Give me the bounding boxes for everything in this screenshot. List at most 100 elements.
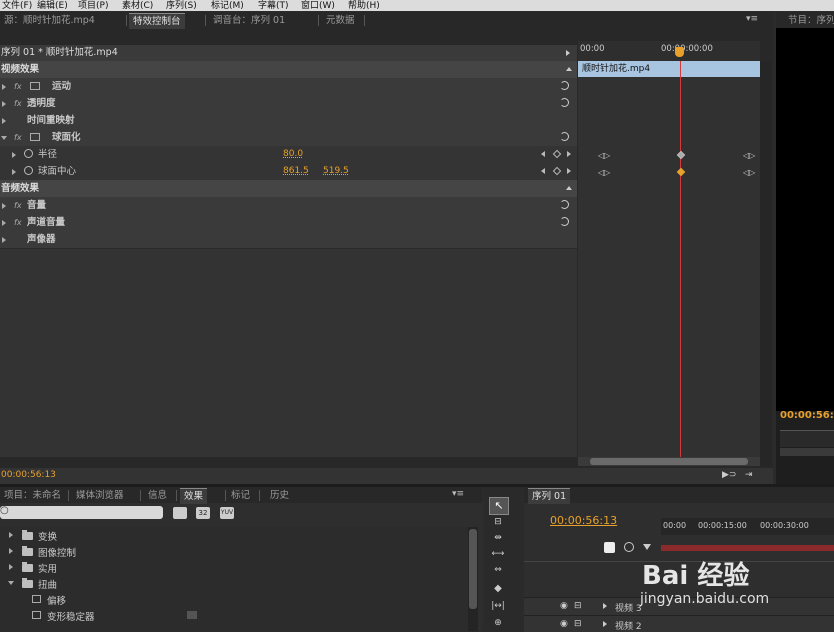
tree-item-offset[interactable]: 偏移 <box>0 591 468 607</box>
transform-icon[interactable] <box>30 82 40 90</box>
tab-program[interactable]: 节目：序列 <box>784 13 834 28</box>
show-timeline-icon[interactable] <box>566 50 570 56</box>
menu-title[interactable]: 字幕(T) <box>258 0 289 11</box>
expand-icon[interactable] <box>12 169 16 175</box>
ripple-edit-tool-icon[interactable]: ⇹ <box>489 533 507 547</box>
collapse-icon[interactable] <box>8 581 14 585</box>
fx-icon[interactable]: fx <box>14 214 22 231</box>
menu-clip[interactable]: 素材(C) <box>122 0 153 11</box>
clip-bar[interactable]: 顺时针加花.mp4 <box>578 61 760 77</box>
expand-icon[interactable] <box>2 84 6 90</box>
menu-sequence[interactable]: 序列(S) <box>166 0 197 11</box>
tree-item-transform[interactable]: 变换 <box>0 527 468 543</box>
reset-icon[interactable] <box>560 217 569 226</box>
track-select-tool-icon[interactable]: ⊟ <box>489 517 507 531</box>
expand-icon[interactable] <box>9 564 13 570</box>
keyframe-nav-icon[interactable]: ◁▷ <box>743 151 755 160</box>
tab-audio-mixer[interactable]: 调音台：序列 01 <box>209 13 289 28</box>
tab-info[interactable]: 信息 <box>144 488 171 503</box>
collapse-icon[interactable] <box>1 136 7 140</box>
menu-marker[interactable]: 标记(M) <box>211 0 244 11</box>
panel-menu-icon[interactable]: ▾≡ <box>746 14 758 24</box>
menu-project[interactable]: 项目(P) <box>78 0 108 11</box>
keyframe-nav-icon[interactable]: ◁▷ <box>598 168 610 177</box>
reset-icon[interactable] <box>560 132 569 141</box>
keyframe-area[interactable] <box>578 77 760 457</box>
razor-tool-icon[interactable]: ◆ <box>489 583 507 597</box>
slide-tool-icon[interactable]: ⊕ <box>489 618 507 630</box>
playhead-icon[interactable] <box>675 47 684 57</box>
keyframe-nav-icon[interactable]: ◁▷ <box>743 168 755 177</box>
keyframe-selected-icon[interactable] <box>676 167 686 177</box>
expand-icon[interactable] <box>9 548 13 554</box>
tab-project[interactable]: 项目：未命名 <box>0 488 65 503</box>
vertical-scrollbar[interactable] <box>468 527 478 631</box>
effect-row-panner[interactable]: 声像器 <box>0 231 577 249</box>
ec-current-time[interactable]: 00:00:56:13 <box>1 470 56 480</box>
fx-icon[interactable]: fx <box>14 78 22 95</box>
sync-lock-icon[interactable]: ⊟ <box>574 601 582 611</box>
prev-keyframe-icon[interactable] <box>541 168 545 174</box>
menu-help[interactable]: 帮助(H) <box>348 0 380 11</box>
menu-edit[interactable]: 编辑(E) <box>37 0 68 11</box>
tree-item-utility[interactable]: 实用 <box>0 559 468 575</box>
menu-file[interactable]: 文件(F) <box>2 0 32 11</box>
eye-icon[interactable]: ◉ <box>560 619 568 629</box>
track-video-2[interactable]: ◉ ⊟ 视频 2 <box>524 615 834 632</box>
keyframe-nav-icon[interactable]: ◁▷ <box>598 151 610 160</box>
play-audio-icon[interactable]: ▶⊃ <box>722 470 736 480</box>
param-value[interactable]: 80.0 <box>283 146 303 163</box>
tab-effects[interactable]: 效果 <box>180 488 208 504</box>
fx-icon[interactable]: fx <box>14 129 22 146</box>
yuv-effects-icon[interactable]: YUV <box>220 507 234 519</box>
tab-sequence[interactable]: 序列 01 <box>528 488 571 504</box>
slip-tool-icon[interactable]: |↔| <box>489 601 507 615</box>
expand-icon[interactable] <box>2 118 6 124</box>
32bit-effects-icon[interactable]: 32 <box>196 507 210 519</box>
next-keyframe-icon[interactable] <box>567 168 571 174</box>
prev-keyframe-icon[interactable] <box>541 151 545 157</box>
expand-icon[interactable] <box>9 532 13 538</box>
tab-media-browser[interactable]: 媒体浏览器 <box>72 488 128 503</box>
effect-row-time-remap[interactable]: 时间重映射 <box>0 112 577 130</box>
effect-row-volume[interactable]: fx 音量 <box>0 197 577 215</box>
tab-history[interactable]: 历史 <box>266 488 293 503</box>
stopwatch-icon[interactable] <box>24 166 33 175</box>
rate-stretch-tool-icon[interactable]: ⇔ <box>489 565 507 579</box>
accelerated-effects-icon[interactable] <box>173 507 187 519</box>
fx-icon[interactable]: fx <box>14 95 22 112</box>
collapse-icon[interactable] <box>566 186 572 190</box>
effect-row-opacity[interactable]: fx 透明度 <box>0 95 577 113</box>
scrollbar-thumb[interactable] <box>590 458 748 465</box>
add-marker-icon[interactable] <box>624 542 634 552</box>
param-value-y[interactable]: 519.5 <box>323 163 349 180</box>
param-row-radius[interactable]: 半径 80.0 <box>0 146 577 164</box>
effect-row-spherize[interactable]: fx 球面化 <box>0 129 577 147</box>
expand-icon[interactable] <box>603 603 607 609</box>
effect-row-motion[interactable]: fx 运动 <box>0 78 577 96</box>
transform-icon[interactable] <box>30 133 40 141</box>
vertical-scrollbar[interactable] <box>760 61 771 466</box>
program-ruler[interactable] <box>780 430 834 447</box>
snap-icon[interactable] <box>604 542 615 553</box>
fx-icon[interactable]: fx <box>14 197 22 214</box>
tree-item-image-control[interactable]: 图像控制 <box>0 543 468 559</box>
program-scrollbar[interactable] <box>780 448 834 456</box>
expand-icon[interactable] <box>2 237 6 243</box>
keyframe-icon[interactable] <box>676 150 686 160</box>
panel-menu-icon[interactable]: ▾≡ <box>452 489 464 499</box>
reset-icon[interactable] <box>560 81 569 90</box>
menu-window[interactable]: 窗口(W) <box>301 0 335 11</box>
next-keyframe-icon[interactable] <box>567 151 571 157</box>
stopwatch-icon[interactable] <box>24 149 33 158</box>
tree-item-warp-stabilizer[interactable]: 变形稳定器 <box>0 607 468 623</box>
expand-icon[interactable] <box>12 152 16 158</box>
eye-icon[interactable]: ◉ <box>560 601 568 611</box>
expand-icon[interactable] <box>2 203 6 209</box>
rolling-edit-tool-icon[interactable]: ⟷ <box>489 549 507 563</box>
reset-icon[interactable] <box>560 200 569 209</box>
param-row-center[interactable]: 球面中心 861.5 519.5 <box>0 163 577 181</box>
expand-icon[interactable] <box>2 101 6 107</box>
tab-source[interactable]: 源：顺时针加花.mp4 <box>0 13 99 28</box>
tab-markers[interactable]: 标记 <box>227 488 254 503</box>
